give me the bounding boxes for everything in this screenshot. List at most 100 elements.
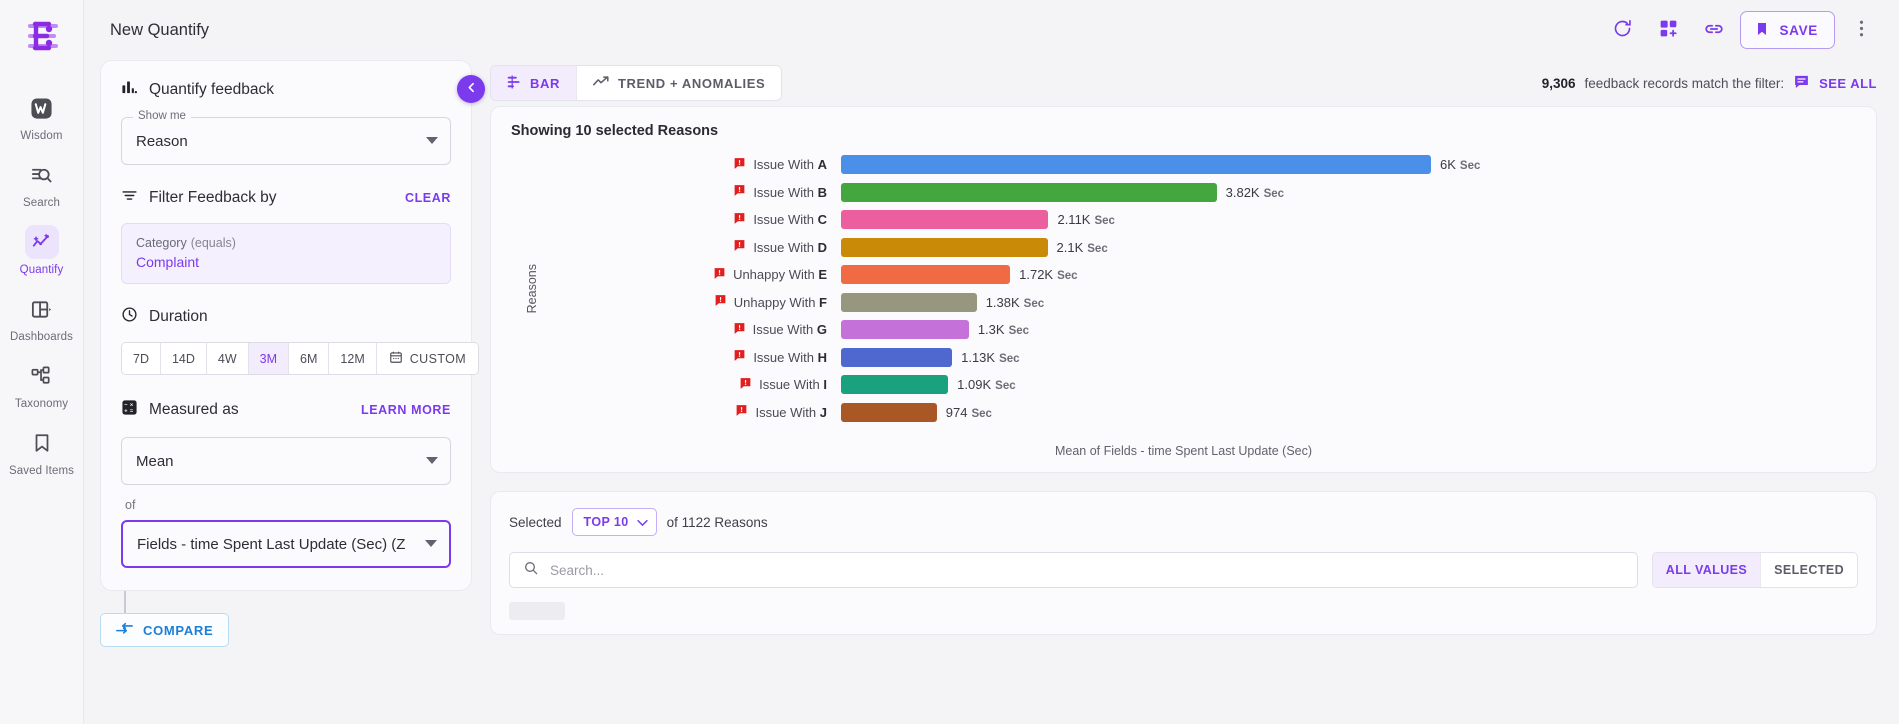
refresh-button[interactable] — [1602, 10, 1642, 50]
bar-category-name: Issue With D — [753, 239, 827, 255]
bar-value-unit: Sec — [995, 380, 1016, 393]
filter-chip-value: Complaint — [136, 254, 200, 270]
duration-custom[interactable]: CUSTOM — [376, 343, 479, 374]
bar-area: 2.11K Sec — [841, 210, 1856, 230]
duration-header: Duration — [121, 306, 451, 328]
see-all-link[interactable]: SEE ALL — [1819, 76, 1877, 91]
save-button-label: SAVE — [1779, 22, 1818, 38]
tab-bar[interactable]: BAR — [491, 66, 577, 100]
copy-link-button[interactable] — [1694, 10, 1734, 50]
flag-icon — [739, 377, 752, 393]
bar-row-label: Unhappy With E — [551, 267, 841, 283]
field-select-wrapper[interactable]: Fields - time Spent Last Update (Sec) (Z — [121, 520, 451, 568]
bar-row[interactable]: Unhappy With E 1.72K Sec — [551, 261, 1856, 289]
duration-custom-label: CUSTOM — [409, 351, 467, 366]
bar[interactable] — [841, 375, 949, 395]
bar[interactable] — [841, 402, 937, 422]
bar-row-label: Issue With H — [551, 349, 841, 365]
section-title-duration: Duration — [149, 308, 208, 325]
tab-selected[interactable]: SELECTED — [1761, 553, 1857, 587]
bar-row[interactable]: Issue With A 6K Sec — [551, 151, 1856, 179]
quantify-icon — [24, 225, 59, 259]
measure-value: Mean — [136, 452, 174, 470]
bar[interactable] — [841, 292, 977, 312]
bar[interactable] — [841, 237, 1048, 257]
duration-14d[interactable]: 14D — [160, 343, 207, 374]
bar-row[interactable]: Issue With D 2.1K Sec — [551, 234, 1856, 262]
bar-row[interactable]: Unhappy With F 1.38K Sec — [551, 289, 1856, 317]
clear-filters-button[interactable]: CLEAR — [405, 191, 451, 205]
app-logo[interactable] — [14, 8, 70, 64]
tab-trend-anomalies[interactable]: TREND + ANOMALIES — [576, 66, 782, 100]
sidebar-item-label: Quantify — [19, 264, 64, 276]
show-me-select[interactable]: Reason — [121, 117, 451, 165]
sidebar-item-taxonomy[interactable]: Taxonomy — [0, 350, 84, 417]
sidebar-item-dashboards[interactable]: Dashboards — [0, 283, 84, 350]
save-button[interactable]: SAVE — [1740, 11, 1835, 49]
bar[interactable] — [841, 210, 1049, 230]
duration-12m[interactable]: 12M — [329, 343, 377, 374]
app-root: Wisdom Search Quantify Dashboards Taxono… — [0, 0, 1899, 724]
bar-row[interactable]: Issue With G 1.3K Sec — [551, 316, 1856, 344]
filter-feedback-header: Filter Feedback by CLEAR — [121, 187, 451, 209]
compare-connector — [124, 591, 126, 613]
wisdom-icon — [25, 91, 59, 125]
taxonomy-icon — [25, 359, 59, 393]
bar-row[interactable]: Issue With J 974 Sec — [551, 399, 1856, 427]
bar[interactable] — [841, 320, 969, 340]
bar-value-unit: Sec — [1087, 242, 1108, 255]
more-options-button[interactable] — [1841, 10, 1881, 50]
bar-value-unit: Sec — [999, 352, 1020, 365]
sidebar-item-wisdom[interactable]: Wisdom — [0, 82, 84, 149]
bar[interactable] — [841, 182, 1217, 202]
add-widget-button[interactable] — [1648, 10, 1688, 50]
bar-row[interactable]: Issue With B 3.82K Sec — [551, 179, 1856, 207]
measured-as-header: − × + = Measured as LEARN MORE — [121, 399, 451, 421]
bar-row-label: Issue With G — [551, 322, 841, 338]
visualization-toolbar: BAR TREND + ANOMALIES 9,306 feedback rec… — [490, 60, 1877, 106]
bar-area: 1.72K Sec — [841, 265, 1856, 285]
refresh-icon — [1612, 18, 1633, 42]
bar-area: 1.09K Sec — [841, 375, 1856, 395]
flag-icon — [733, 239, 746, 255]
bar-value-label: 1.13K Sec — [961, 349, 1020, 365]
flag-icon — [733, 184, 746, 200]
sidebar-item-saved-items[interactable]: Saved Items — [0, 417, 84, 484]
duration-7d[interactable]: 7D — [122, 343, 161, 374]
tab-all-values[interactable]: ALL VALUES — [1652, 553, 1762, 587]
collapse-panel-button[interactable] — [457, 75, 485, 103]
bar[interactable] — [841, 347, 953, 367]
records-count: 9,306 — [1541, 75, 1576, 91]
filter-chip-category[interactable]: Category (equals) Complaint — [121, 223, 451, 284]
bar-row[interactable]: Issue With C 2.11K Sec — [551, 206, 1856, 234]
bar-row[interactable]: Issue With H 1.13K Sec — [551, 344, 1856, 372]
sidebar-item-search[interactable]: Search — [0, 149, 84, 216]
search-box[interactable] — [509, 552, 1638, 588]
bar[interactable] — [841, 265, 1011, 285]
chevron-left-icon — [465, 81, 478, 97]
reason-selection-card: Selected TOP 10 of 1122 Reasons Search..… — [490, 491, 1877, 635]
duration-6m[interactable]: 6M — [289, 343, 330, 374]
compare-button[interactable]: COMPARE — [100, 613, 230, 647]
bar-area: 1.13K Sec — [841, 347, 1856, 367]
bookmark-icon — [25, 426, 59, 460]
bar-row[interactable]: Issue With I 1.09K Sec — [551, 371, 1856, 399]
flag-icon — [713, 267, 726, 283]
learn-more-link[interactable]: LEARN MORE — [361, 403, 451, 417]
search-input[interactable] — [550, 562, 1624, 578]
sidebar-item-quantify[interactable]: Quantify — [0, 216, 84, 283]
bar-value-label: 1.72K Sec — [1019, 267, 1078, 283]
bar-row-label: Unhappy With F — [551, 294, 841, 310]
measure-field[interactable]: Mean — [121, 437, 451, 485]
top-n-dropdown[interactable]: TOP 10 — [571, 508, 657, 536]
measure-select[interactable]: Mean — [121, 437, 451, 485]
bar[interactable] — [841, 155, 1431, 175]
show-me-field[interactable]: Show me Reason — [121, 110, 451, 165]
chart-footer-label: Mean of Fields - time Spent Last Update … — [1054, 444, 1313, 458]
duration-4w[interactable]: 4W — [206, 343, 249, 374]
page-title: New Quantify — [110, 20, 210, 39]
flag-icon — [714, 294, 727, 310]
bar-area: 1.3K Sec — [841, 320, 1856, 340]
duration-3m[interactable]: 3M — [248, 343, 290, 374]
measured-field-select[interactable]: Fields - time Spent Last Update (Sec) (Z — [121, 520, 451, 568]
